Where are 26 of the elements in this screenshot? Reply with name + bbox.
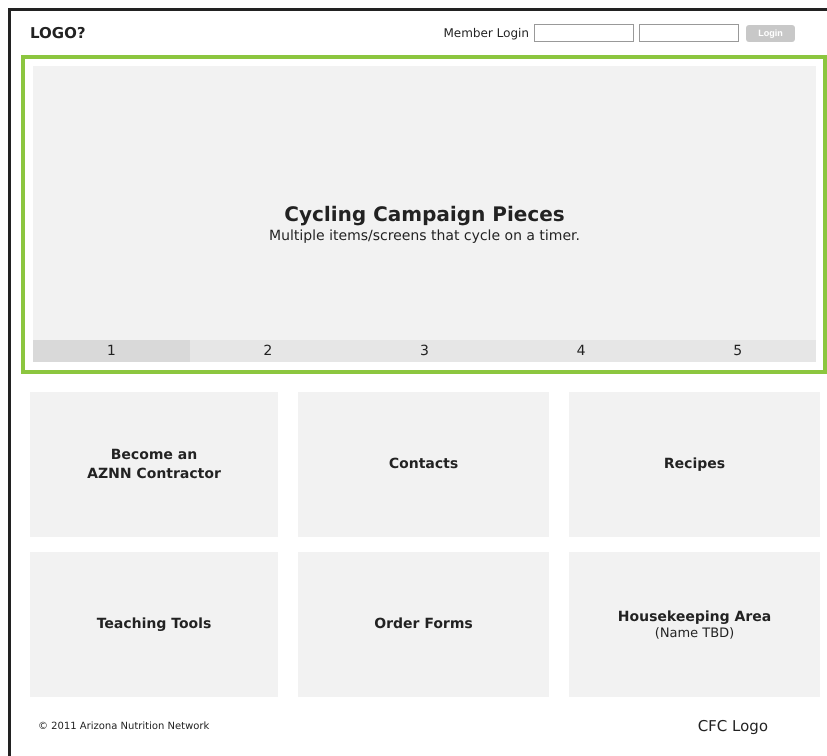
tile-title: Teaching Tools (96, 615, 212, 634)
nav-tile[interactable]: Teaching Tools (30, 552, 278, 697)
pager-tab[interactable]: 5 (659, 340, 816, 362)
nav-tile[interactable]: Become an AZNN Contractor (30, 392, 278, 537)
pager-tab[interactable]: 1 (33, 340, 190, 362)
nav-tile[interactable]: Housekeeping Area (Name TBD) (569, 552, 820, 697)
member-login-label: Member Login (443, 26, 529, 40)
pager-tab[interactable]: 4 (502, 340, 660, 362)
tile-title: Contacts (388, 455, 458, 474)
nav-tile[interactable]: Recipes (569, 392, 820, 537)
carousel-title: Cycling Campaign Pieces (284, 202, 565, 226)
nav-tile[interactable]: Order Forms (298, 552, 549, 697)
tile-title: Housekeeping Area (618, 608, 772, 626)
input-field[interactable] (639, 24, 739, 42)
carousel-subtitle: Multiple items/screens that cycle on a timer. (269, 228, 580, 244)
tile-title: Order Forms (374, 615, 473, 634)
logo-text: LOGO? (30, 24, 86, 42)
copyright-text: © 2011 Arizona Nutrition Network (38, 720, 210, 732)
partner-logo-text: CFC Logo (698, 717, 768, 735)
input-field[interactable] (534, 24, 634, 42)
pager-tab[interactable]: 3 (346, 340, 503, 362)
tile-title: Recipes (664, 455, 726, 474)
tile-title: Become an AZNN Contractor (87, 446, 221, 484)
tile-subtitle: (Name TBD) (654, 626, 734, 642)
pager-tab[interactable]: 2 (190, 340, 346, 362)
nav-tile[interactable]: Contacts (298, 392, 549, 537)
